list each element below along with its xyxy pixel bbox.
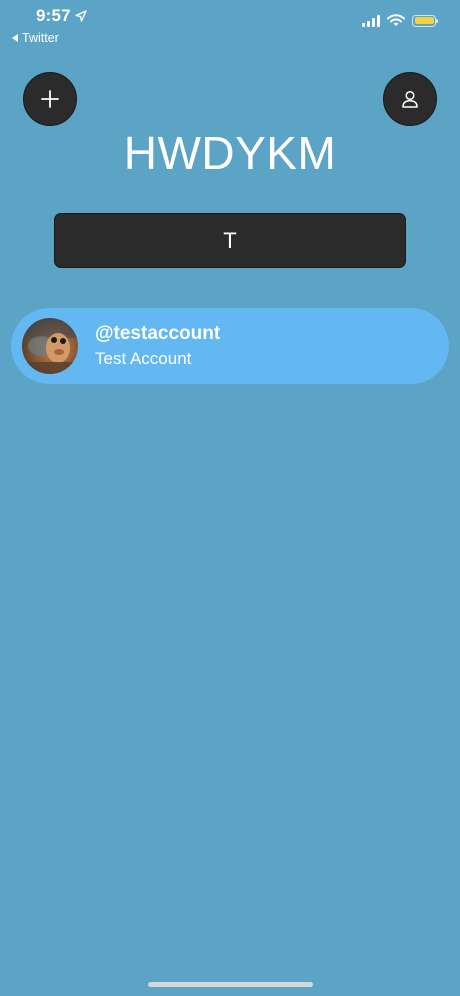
- result-text: @testaccount Test Account: [95, 323, 220, 369]
- status-time: 9:57: [36, 6, 87, 26]
- result-display-name: Test Account: [95, 349, 192, 368]
- search-input[interactable]: [54, 213, 406, 268]
- add-button[interactable]: [23, 72, 77, 126]
- avatar-image: [22, 318, 78, 374]
- person-icon: [402, 90, 418, 108]
- back-app-label: Twitter: [22, 31, 59, 45]
- battery-icon: [412, 14, 438, 27]
- cellular-signal-icon: [362, 14, 380, 27]
- battery-level: [414, 17, 434, 24]
- status-indicators: [362, 14, 438, 27]
- profile-button[interactable]: [383, 72, 437, 126]
- app-title: HWDYKM: [123, 127, 337, 179]
- plus-icon: [41, 90, 59, 108]
- result-handle: @testaccount: [95, 323, 221, 344]
- avatar: [22, 318, 78, 374]
- home-indicator[interactable]: [148, 982, 313, 987]
- wifi-icon: [387, 14, 405, 26]
- clock-time: 9:57: [36, 6, 71, 25]
- search-result-item[interactable]: @testaccount Test Account: [11, 308, 449, 384]
- back-triangle-icon: [12, 34, 18, 42]
- back-to-app-link[interactable]: Twitter: [12, 31, 59, 45]
- location-arrow-icon: [75, 10, 87, 22]
